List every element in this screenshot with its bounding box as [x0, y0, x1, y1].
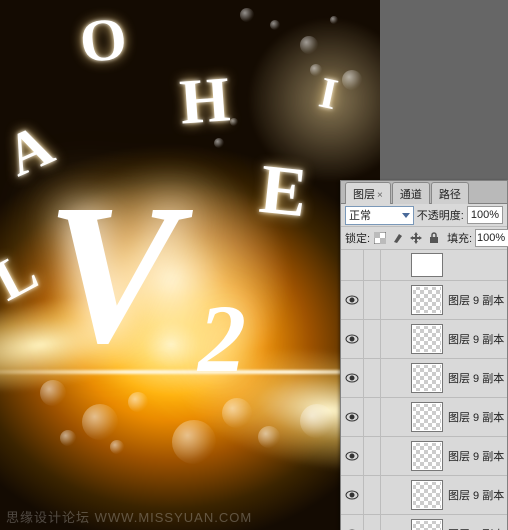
artwork-canvas: OHIAEL V 2 思缘设计论坛 WWW.MISSYUAN.COM [0, 0, 380, 530]
lock-transparency-icon[interactable] [373, 231, 387, 245]
bokeh-bubble [270, 20, 280, 30]
close-icon[interactable]: × [377, 190, 383, 201]
blend-row: 正常 不透明度: 100% [341, 204, 507, 227]
bokeh-bubble [330, 16, 338, 24]
layer-row[interactable]: 图层 9 副本 28 [341, 398, 507, 437]
visibility-toggle[interactable] [341, 281, 364, 319]
float-letter: H [177, 62, 232, 139]
lock-all-icon[interactable] [427, 231, 441, 245]
bokeh-bubble [240, 8, 254, 22]
layer-row[interactable]: 图层 9 副本 27 [341, 437, 507, 476]
layer-thumbnail[interactable] [411, 253, 443, 277]
layer-thumbnail[interactable] [411, 402, 443, 432]
float-letter: O [77, 4, 131, 78]
bokeh-bubble [342, 70, 362, 90]
lock-row: 锁定: 填充: 100% [341, 227, 507, 250]
bokeh-bubble [310, 64, 322, 76]
layers-panel: 图层× 通道 路径 正常 不透明度: 100% 锁定: 填充: 100% [340, 180, 508, 530]
bokeh-bubble [300, 36, 318, 54]
main-logo: V 2 [46, 175, 173, 375]
layer-row[interactable]: 图层 9 副本 29 [341, 359, 507, 398]
layer-thumbnail[interactable] [411, 324, 443, 354]
blend-mode-value: 正常 [349, 207, 371, 223]
opacity-label: 不透明度: [417, 207, 464, 223]
visibility-toggle[interactable] [341, 476, 364, 514]
float-letter: E [256, 150, 311, 234]
bokeh-bubble [258, 426, 280, 448]
layer-name[interactable]: 图层 9 副本 27 [448, 448, 507, 464]
fill-label: 填充: [447, 230, 472, 246]
bokeh-bubble [110, 440, 124, 454]
lock-move-icon[interactable] [409, 231, 423, 245]
chevron-down-icon [402, 213, 410, 218]
bokeh-bubble [222, 398, 252, 428]
layer-name[interactable]: 图层 9 副本 30 [448, 331, 507, 347]
panel-tabs: 图层× 通道 路径 [341, 181, 507, 204]
bokeh-bubble [214, 138, 224, 148]
layer-row[interactable]: 图层 9 副本 26 [341, 476, 507, 515]
main-letter-v: V [46, 164, 173, 385]
watermark-text: 思缘设计论坛 WWW.MISSYUAN.COM [6, 507, 252, 526]
visibility-toggle[interactable] [341, 320, 364, 358]
bokeh-bubble [300, 404, 334, 438]
layer-thumbnail[interactable] [411, 285, 443, 315]
visibility-toggle[interactable] [341, 515, 364, 530]
visibility-toggle[interactable] [341, 437, 364, 475]
tab-layers[interactable]: 图层× [345, 182, 391, 204]
lock-label: 锁定: [345, 230, 370, 246]
layer-name[interactable]: 图层 9 副本 28 [448, 409, 507, 425]
bokeh-bubble [172, 420, 216, 464]
visibility-toggle[interactable] [341, 250, 364, 284]
tab-paths[interactable]: 路径 [431, 182, 469, 204]
subscript-2: 2 [198, 291, 246, 387]
blend-mode-select[interactable]: 正常 [345, 206, 414, 225]
layer-name[interactable]: 图层 9 副本 25 [448, 526, 507, 530]
fill-value[interactable]: 100% [475, 229, 508, 247]
layer-thumbnail[interactable] [411, 441, 443, 471]
layer-name[interactable]: 图层 9 副本 29 [448, 370, 507, 386]
layer-row[interactable]: 图层 9 副本 31 [341, 281, 507, 320]
bokeh-bubble [60, 430, 76, 446]
layer-thumbnail[interactable] [411, 480, 443, 510]
layer-row[interactable] [341, 250, 507, 281]
tab-channels[interactable]: 通道 [392, 182, 430, 204]
visibility-toggle[interactable] [341, 359, 364, 397]
layer-thumbnail[interactable] [411, 363, 443, 393]
bokeh-bubble [128, 392, 148, 412]
bokeh-bubble [82, 404, 118, 440]
layer-list: 图层 9 副本 31 图层 9 副本 30 图层 9 副本 29 图层 9 副本 28… [341, 250, 507, 530]
layer-thumbnail[interactable] [411, 519, 443, 530]
lock-paint-icon[interactable] [391, 231, 405, 245]
layer-row[interactable]: 图层 9 副本 30 [341, 320, 507, 359]
opacity-value[interactable]: 100% [467, 206, 503, 224]
layer-name[interactable]: 图层 9 副本 26 [448, 487, 507, 503]
layer-name[interactable]: 图层 9 副本 31 [448, 292, 507, 308]
visibility-toggle[interactable] [341, 398, 364, 436]
layer-row[interactable]: 图层 9 副本 25 [341, 515, 507, 530]
